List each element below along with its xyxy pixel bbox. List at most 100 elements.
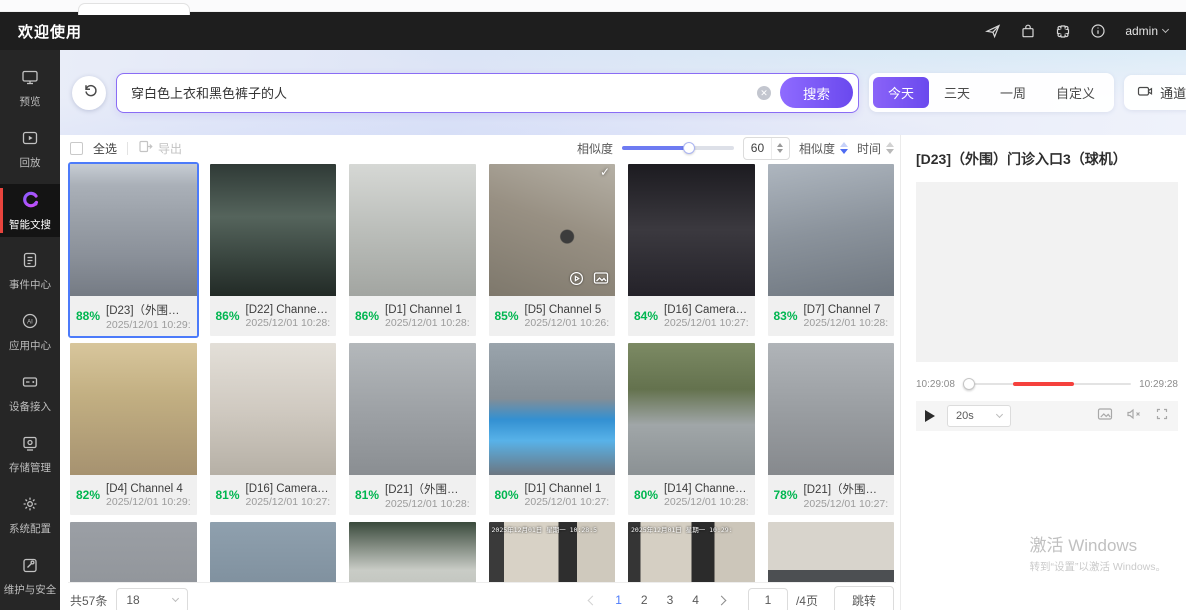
channel-button-label: 通道 xyxy=(1160,83,1186,102)
view-image-icon[interactable] xyxy=(593,271,609,291)
search-button[interactable]: 搜索 xyxy=(780,77,853,108)
result-card[interactable]: 78% [D21]（外围）门诊... 2025/12/01 10:27:23 xyxy=(766,341,897,517)
page-number-3[interactable]: 3 xyxy=(667,593,674,607)
play-video-icon[interactable] xyxy=(569,271,584,291)
result-card[interactable]: 80% [D14] Channel 14 2025/12/01 10:28:23 xyxy=(626,341,757,517)
search-input[interactable] xyxy=(131,85,748,100)
send-icon[interactable] xyxy=(985,23,1001,39)
page-number-2[interactable]: 2 xyxy=(641,593,648,607)
result-card[interactable]: 86% [D22] Channel 22 2025/12/01 10:28:49 xyxy=(208,162,339,338)
jump-button[interactable]: 跳转 xyxy=(834,586,894,610)
event-center-icon xyxy=(21,251,39,272)
result-thumbnail: 2025年12月01日 星期一 10:28:5 xyxy=(489,522,616,582)
sidebar-item-event-center[interactable]: 事件中心 xyxy=(0,245,60,298)
similarity-controls: 相似度 xyxy=(577,137,894,160)
user-menu[interactable]: admin xyxy=(1125,24,1168,38)
export-label: 导出 xyxy=(158,140,182,157)
similarity-slider[interactable] xyxy=(622,146,734,150)
thumbnail-timestamp-osd: 2025年12月01日 星期一 10:29: xyxy=(631,524,753,534)
result-thumbnail xyxy=(349,164,476,296)
clip-length-select[interactable]: 20s xyxy=(947,405,1011,427)
similarity-percent: 80% xyxy=(495,488,519,502)
result-card[interactable]: 80% [D1] Channel 1 2025/12/01 10:27:22 xyxy=(487,341,618,517)
result-card[interactable]: 82% [D4] Channel 4 2025/12/01 10:29:01 xyxy=(68,341,199,517)
time-filter-three-days[interactable]: 三天 xyxy=(929,77,985,108)
info-icon[interactable] xyxy=(1090,23,1106,39)
channel-button[interactable]: 通道 xyxy=(1124,75,1186,110)
similarity-percent: 81% xyxy=(355,488,379,502)
sidebar-item-storage[interactable]: 存储管理 xyxy=(0,428,60,481)
result-thumbnail xyxy=(628,164,755,296)
maintenance-security-icon xyxy=(21,556,39,577)
camera-name: [D16] Camera 01 xyxy=(246,483,330,495)
result-card-hovered[interactable]: ✓ 85% [D5] Channel 5 2025/12/01 10:26:52 xyxy=(487,162,618,338)
result-card[interactable]: 81% [D21]（外围）门诊... 2025/12/01 10:28:03 xyxy=(347,341,478,517)
page-size-select[interactable]: 18 xyxy=(116,588,188,610)
similarity-percent: 86% xyxy=(216,309,240,323)
clear-search-icon[interactable]: ✕ xyxy=(757,86,771,100)
result-card[interactable] xyxy=(766,520,897,582)
sidebar-item-system-config[interactable]: 系统配置 xyxy=(0,489,60,542)
timeline-handle[interactable] xyxy=(963,378,975,390)
sidebar-item-app-center[interactable]: AI 应用中心 xyxy=(0,306,60,359)
results-pane: 全选 导出 相似度 xyxy=(60,135,900,610)
sidebar-item-device-access[interactable]: 设备接入 xyxy=(0,367,60,420)
pagination-bar: 共57条 18 1 2 3 4 xyxy=(68,582,896,610)
result-thumbnail xyxy=(349,343,476,475)
next-page-icon[interactable] xyxy=(717,595,727,605)
sidebar-item-smart-text-search[interactable]: 智能文搜 xyxy=(0,184,60,237)
page-number-1[interactable]: 1 xyxy=(615,593,622,607)
result-card[interactable]: 2025年12月01日 星期一 10:29: xyxy=(626,520,757,582)
plugin-puzzle-icon[interactable] xyxy=(1055,23,1071,39)
sort-by-similarity[interactable]: 相似度 xyxy=(799,140,848,157)
result-card[interactable]: 81% [D16] Camera 01 2025/12/01 10:27:22 xyxy=(208,341,339,517)
video-camera-icon xyxy=(1137,84,1153,101)
undo-button[interactable] xyxy=(72,76,106,110)
sort-by-time[interactable]: 时间 xyxy=(857,140,894,157)
time-filter-custom[interactable]: 自定义 xyxy=(1041,77,1110,108)
save-bag-icon[interactable] xyxy=(1020,23,1036,39)
result-card[interactable]: 86% [D1] Channel 1 2025/12/01 10:28:26 xyxy=(347,162,478,338)
preview-monitor-icon xyxy=(21,68,39,89)
capture-time: 2025/12/01 10:28:26 xyxy=(385,317,469,329)
username: admin xyxy=(1125,24,1158,38)
result-card[interactable]: 88% [D23]（外围）门诊... 2025/12/01 10:29:18 xyxy=(68,162,199,338)
result-card[interactable] xyxy=(208,520,339,582)
checkmark-icon[interactable]: ✓ xyxy=(600,165,610,179)
page-jump-input[interactable] xyxy=(748,588,788,610)
sidebar-item-playback[interactable]: 回放 xyxy=(0,123,60,176)
stepper-down-icon[interactable] xyxy=(777,149,783,153)
result-card[interactable]: 83% [D7] Channel 7 2025/12/01 10:28:51 xyxy=(766,162,897,338)
result-card[interactable]: 2025年12月01日 星期一 10:28:5 xyxy=(487,520,618,582)
sidebar-item-label: 设备接入 xyxy=(9,399,51,414)
similarity-slider-handle[interactable] xyxy=(683,142,695,154)
prev-page-icon[interactable] xyxy=(588,595,598,605)
mute-speaker-icon[interactable] xyxy=(1126,407,1142,426)
result-card[interactable] xyxy=(68,520,199,582)
sidebar-item-maintenance-security[interactable]: 维护与安全 xyxy=(0,550,60,603)
sidebar-item-preview[interactable]: 预览 xyxy=(0,62,60,115)
similarity-stepper[interactable] xyxy=(771,138,788,159)
timeline-track[interactable] xyxy=(963,378,1131,390)
snapshot-icon[interactable] xyxy=(1097,407,1113,426)
play-button[interactable] xyxy=(925,410,935,422)
fullscreen-icon[interactable] xyxy=(1155,407,1169,426)
camera-name: [D7] Channel 7 xyxy=(804,304,888,316)
chevron-down-icon xyxy=(996,411,1003,418)
watermark-line1: 激活 Windows xyxy=(1029,531,1166,556)
time-filter-week[interactable]: 一周 xyxy=(985,77,1041,108)
similarity-value-input[interactable] xyxy=(744,141,771,155)
export-button[interactable]: 导出 xyxy=(138,139,182,157)
result-card[interactable] xyxy=(347,520,478,582)
capture-time: 2025/12/01 10:29:18 xyxy=(106,319,190,331)
playback-timeline: 10:29:08 10:29:28 xyxy=(916,378,1178,390)
app-center-icon: AI xyxy=(21,312,39,333)
sidebar-item-label: 智能文搜 xyxy=(9,217,51,232)
stepper-up-icon[interactable] xyxy=(777,143,783,147)
select-all-checkbox[interactable] xyxy=(70,142,83,155)
page-number-4[interactable]: 4 xyxy=(692,593,699,607)
time-filter-today[interactable]: 今天 xyxy=(873,77,929,108)
pager: 1 2 3 4 xyxy=(589,593,725,607)
result-card[interactable]: 84% [D16] Camera 01 2025/12/01 10:27:41 xyxy=(626,162,757,338)
browser-tab[interactable] xyxy=(78,3,190,15)
